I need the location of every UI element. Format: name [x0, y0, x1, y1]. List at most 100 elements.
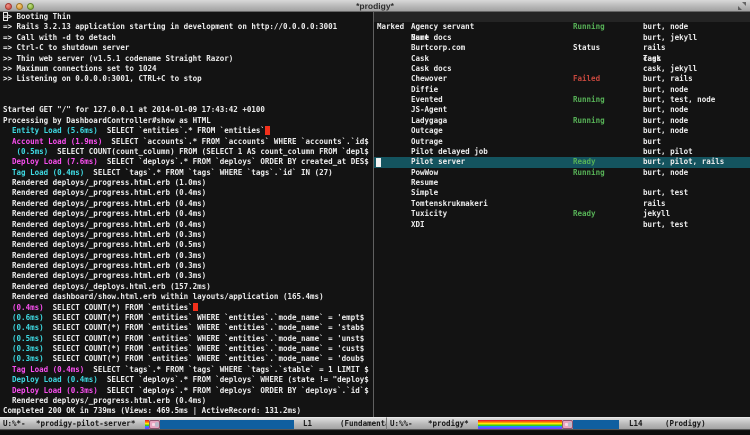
log-line: => Rails 3.2.13 application starting in … — [3, 22, 372, 32]
process-tags: cask — [643, 54, 661, 64]
nyan-progress-bar — [478, 420, 619, 429]
log-line: Deploy Load (0.3ms) SELECT `deploys`.* F… — [3, 386, 372, 396]
process-row[interactable]: Simple burt, test — [374, 188, 750, 198]
log-line: >> Thin web server (v1.5.1 codename Stra… — [3, 54, 372, 64]
modeline-right-prefix: U:%%- — [390, 418, 413, 430]
process-row[interactable]: Burtcorp.com rails — [374, 43, 750, 53]
process-tags: burt, node — [643, 105, 688, 115]
process-tags: burt, node — [643, 22, 688, 32]
nyan-cat-icon — [149, 420, 160, 429]
process-status-badge: Running — [573, 116, 605, 126]
process-row[interactable]: Agency servantRunningburt, node — [374, 22, 750, 32]
log-line: (0.3ms) SELECT COUNT(*) FROM `entities` … — [3, 354, 372, 364]
process-tags: burt, node — [643, 85, 688, 95]
log-line: Rendered deploys/_progress.html.erb (0.4… — [3, 199, 372, 209]
process-row[interactable]: Diffie burt, node — [374, 85, 750, 95]
process-tags: rails — [643, 43, 666, 53]
terminal-cursor — [265, 126, 270, 135]
log-line: Rendered deploys/_progress.html.erb (0.3… — [3, 230, 372, 240]
nyan-space — [573, 420, 619, 429]
process-list-header: Marked Name Status Tags — [374, 12, 750, 22]
process-row[interactable]: Resume — [374, 178, 750, 188]
emacs-window: *prodigy* => Booting Thin=> Rails 3.2.13… — [0, 0, 750, 435]
process-row[interactable]: Cask cask — [374, 54, 750, 64]
log-line: Processing by DashboardController#show a… — [3, 116, 372, 126]
log-line: >> Maximum connections set to 1024 — [3, 64, 372, 74]
log-line: Rendered deploys/_progress.html.erb (0.4… — [3, 209, 372, 219]
log-line — [3, 85, 372, 95]
nyan-rainbow — [478, 420, 562, 429]
process-row[interactable]: Tomtenskrukmakeri rails — [374, 199, 750, 209]
log-line: => Ctrl-C to shutdown server — [3, 43, 372, 53]
process-name: Outrage — [411, 137, 443, 147]
log-line: (0.4ms) SELECT COUNT(*) FROM `entities` — [3, 303, 372, 313]
modeline-left: U:%*- *prodigy-pilot-server* L1 (Fundame… — [0, 417, 386, 430]
process-status-badge: Ready — [573, 209, 596, 219]
process-row[interactable]: TuxicityReadyjekyll — [374, 209, 750, 219]
process-row[interactable]: PowWowRunningburt, node — [374, 168, 750, 178]
log-line: Completed 200 OK in 739ms (Views: 469.5m… — [3, 406, 372, 416]
hollow-cursor: = — [3, 12, 8, 21]
process-name: JS-Agent — [411, 105, 447, 115]
process-name: Diffie — [411, 85, 438, 95]
prodigy-process-pane[interactable]: Marked Name Status Tags Agency servantRu… — [374, 12, 750, 417]
process-row[interactable]: LadygagaRunningburt, node — [374, 116, 750, 126]
process-name: Cask docs — [411, 64, 452, 74]
log-line: Rendered deploys/_progress.html.erb (0.4… — [3, 396, 372, 406]
process-status-badge: Failed — [573, 74, 600, 84]
process-name: Cask — [411, 54, 429, 64]
modeline-left-line: L1 — [303, 418, 312, 430]
log-line: Rendered deploys/_progress.html.erb (0.4… — [3, 188, 372, 198]
modeline-left-prefix: U:%*- — [3, 418, 26, 430]
log-line: (0.5ms) SELECT COUNT(*) FROM `entities` … — [3, 334, 372, 344]
process-row[interactable]: Cask docscask, jekyll — [374, 64, 750, 74]
process-row[interactable]: Chewover Failed burt, rails — [374, 74, 750, 84]
log-line: Rendered deploys/_progress.html.erb (0.5… — [3, 240, 372, 250]
process-name: Outcage — [411, 126, 443, 136]
process-tags: burt, test — [643, 220, 688, 230]
process-name: XDI — [411, 220, 425, 230]
titlebar[interactable]: *prodigy* — [0, 0, 750, 12]
log-line: Started GET "/" for 127.0.0.1 at 2014-01… — [3, 105, 372, 115]
fullscreen-icon[interactable] — [738, 2, 746, 10]
process-row-selected[interactable]: Pilot serverReadyburt, pilot, rails — [374, 157, 750, 167]
process-name: Evented — [411, 95, 443, 105]
process-row[interactable]: JS-Agent burt, node — [374, 105, 750, 115]
log-line: (0.5ms) SELECT COUNT(count_column) FROM … — [3, 147, 372, 157]
process-tags: burt, test — [643, 188, 688, 198]
process-tags: burt, rails — [643, 74, 693, 84]
process-name: Burtcorp.com — [411, 43, 465, 53]
window-title: *prodigy* — [0, 0, 750, 12]
process-status-badge: Running — [573, 95, 605, 105]
nyan-space — [160, 420, 294, 429]
process-tags: burt, node — [643, 126, 688, 136]
log-line: Deploy Load (7.6ms) SELECT `deploys`.* F… — [3, 157, 372, 167]
modeline-right: U:%%- *prodigy* L14 (Prodigy) — [386, 417, 750, 430]
process-row[interactable]: Burt docsburt, jekyll — [374, 33, 750, 43]
process-name: Ladygaga — [411, 116, 447, 126]
log-line: (0.4ms) SELECT COUNT(*) FROM `entities` … — [3, 323, 372, 333]
modeline-right-buffer: *prodigy* — [428, 418, 469, 430]
log-line: Rendered deploys/_progress.html.erb (0.3… — [3, 251, 372, 261]
process-row[interactable]: Pilot delayed jobburt, pilot — [374, 147, 750, 157]
log-line — [3, 95, 372, 105]
process-name: Tomtenskrukmakeri — [411, 199, 488, 209]
log-line: (0.6ms) SELECT COUNT(*) FROM `entities` … — [3, 313, 372, 323]
process-row[interactable]: Outcage burt, node — [374, 126, 750, 136]
process-name: Chewover — [411, 74, 447, 84]
log-line: => Call with -d to detach — [3, 33, 372, 43]
log-line: >> Listening on 0.0.0.0:3001, CTRL+C to … — [3, 74, 372, 84]
process-row[interactable]: XDI burt, test — [374, 220, 750, 230]
process-name: Pilot delayed job — [411, 147, 488, 157]
process-row[interactable]: Outrageburt — [374, 137, 750, 147]
process-tags: rails — [643, 199, 666, 209]
modeline-right-mode: (Prodigy) — [665, 418, 706, 430]
log-line: Rendered deploys/_deploys.html.erb (157.… — [3, 282, 372, 292]
process-tags: burt, test, node — [643, 95, 715, 105]
process-row[interactable]: Evented Running burt, test, node — [374, 95, 750, 105]
server-log-pane[interactable]: => Booting Thin=> Rails 3.2.13 applicati… — [0, 12, 372, 417]
log-line: => Booting Thin — [3, 12, 372, 22]
point-cursor — [376, 158, 381, 167]
echo-area[interactable] — [0, 431, 750, 435]
process-name: Simple — [411, 188, 438, 198]
